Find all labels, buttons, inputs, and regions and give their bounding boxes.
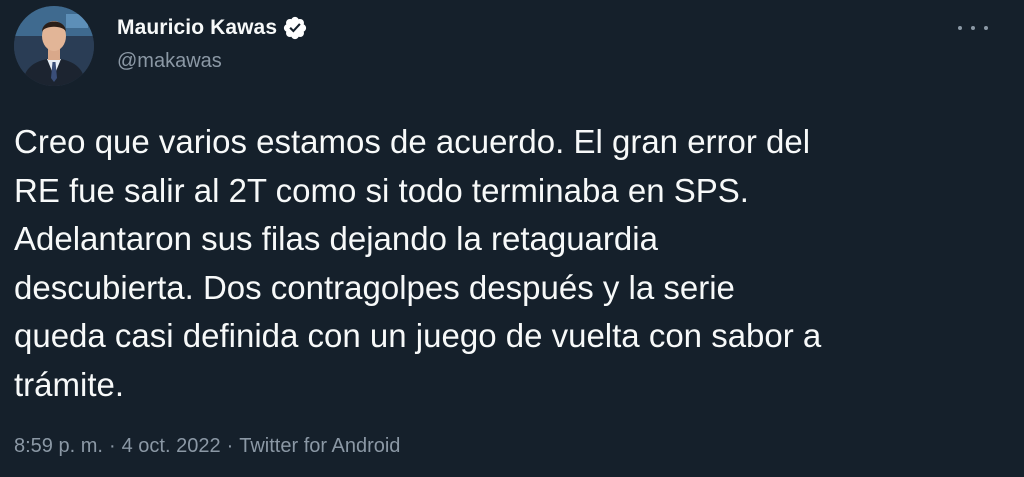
avatar[interactable] <box>14 6 94 86</box>
avatar-image <box>14 6 94 86</box>
tweet-meta: 8:59 p. m. · 4 oct. 2022 · Twitter for A… <box>14 435 400 458</box>
tweet-source[interactable]: Twitter for Android <box>239 435 400 458</box>
tweet-card: Mauricio Kawas @makawas Creo que varios … <box>0 0 1024 477</box>
tweet-header: Mauricio Kawas @makawas <box>117 12 308 73</box>
tweet-time[interactable]: 8:59 p. m. <box>14 435 103 458</box>
tweet-text: Creo que varios estamos de acuerdo. El g… <box>14 123 822 403</box>
meta-separator: · <box>108 435 116 457</box>
verified-badge-icon <box>282 15 308 41</box>
more-options-icon[interactable] <box>958 18 988 38</box>
user-handle[interactable]: @makawas <box>117 50 308 73</box>
tweet-date[interactable]: 4 oct. 2022 <box>122 435 221 458</box>
display-name[interactable]: Mauricio Kawas <box>117 16 277 40</box>
meta-separator: · <box>226 435 234 457</box>
name-row: Mauricio Kawas <box>117 12 308 44</box>
